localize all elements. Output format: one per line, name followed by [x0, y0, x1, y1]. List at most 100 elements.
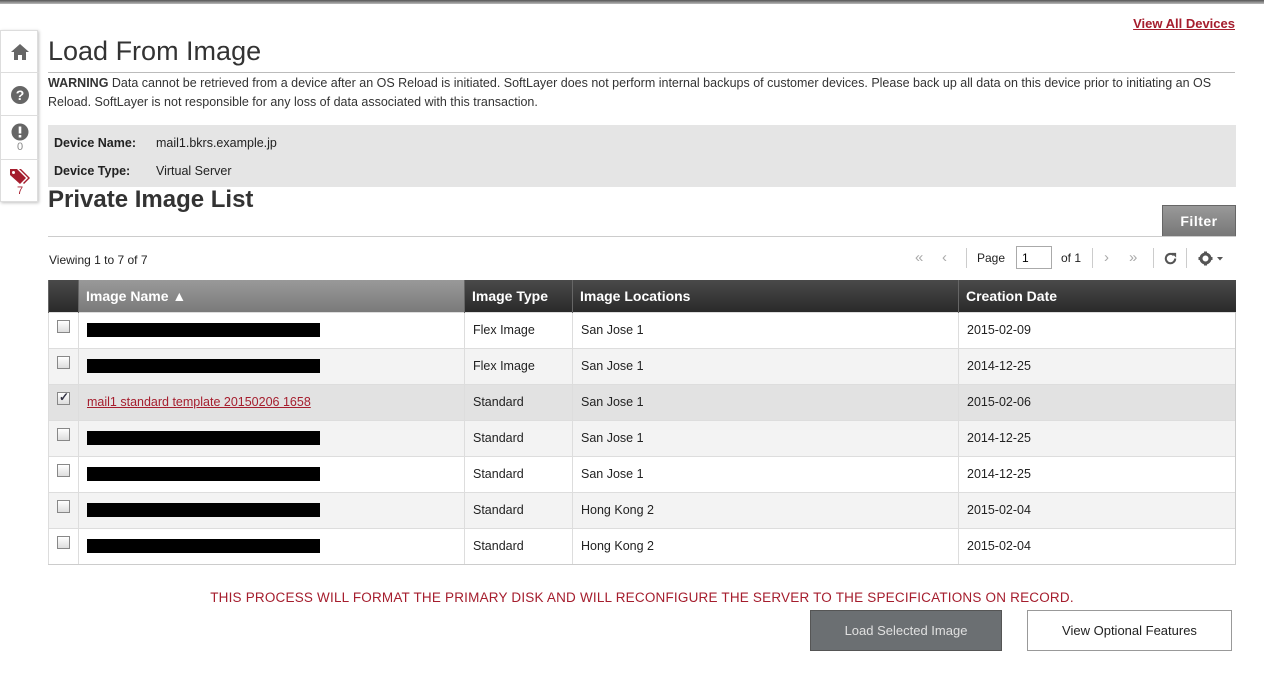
home-button[interactable] — [1, 43, 39, 61]
alerts-count: 0 — [16, 141, 24, 153]
alert-icon — [11, 123, 29, 141]
tickets-button[interactable]: 7 — [1, 167, 39, 197]
image-type-cell: Flex Image — [464, 311, 573, 348]
image-name-cell: mail1 standard template 20150206 1658 — [78, 383, 465, 420]
creation-date-cell: 2014-12-25 — [958, 419, 1236, 456]
image-name-cell — [78, 455, 465, 492]
next-page-icon[interactable]: › — [1104, 249, 1109, 266]
top-shadow-bar — [0, 0, 1264, 4]
table-row[interactable]: Standard San Jose 1 2014-12-25 — [48, 455, 1236, 492]
table-row[interactable]: mail1 standard template 20150206 1658 Sta… — [48, 383, 1236, 420]
page-number-input[interactable] — [1016, 246, 1052, 269]
redacted-image-name — [87, 539, 320, 554]
image-type-cell: Standard — [464, 383, 573, 420]
table-row[interactable]: Flex Image San Jose 1 2015-02-09 — [48, 311, 1236, 348]
creation-date-cell: 2015-02-09 — [958, 311, 1236, 348]
image-location-cell: San Jose 1 — [572, 347, 959, 384]
column-header-image-locations[interactable]: Image Locations — [572, 280, 959, 312]
alerts-button[interactable]: 0 — [1, 123, 39, 153]
section-title: Private Image List — [48, 186, 254, 213]
row-checkbox[interactable] — [57, 355, 70, 369]
row-select-cell — [48, 491, 79, 528]
prev-page-icon[interactable]: ‹ — [942, 249, 947, 266]
view-all-devices-link[interactable]: View All Devices — [1133, 16, 1235, 31]
format-warning-notice: THIS PROCESS WILL FORMAT THE PRIMARY DIS… — [210, 590, 1074, 605]
row-select-cell — [48, 311, 79, 348]
creation-date-cell: 2014-12-25 — [958, 455, 1236, 492]
device-type-label: Device Type: — [54, 164, 131, 178]
refresh-icon[interactable] — [1163, 251, 1178, 266]
row-select-cell — [48, 347, 79, 384]
section-divider — [48, 236, 1236, 237]
image-type-cell: Standard — [464, 455, 573, 492]
warning-text: Data cannot be retrieved from a device a… — [48, 76, 1212, 109]
tags-icon — [10, 169, 30, 184]
image-name-cell — [78, 491, 465, 528]
creation-date-cell: 2014-12-25 — [958, 347, 1236, 384]
help-button[interactable]: ? — [1, 85, 39, 105]
device-type-value: Virtual Server — [156, 164, 232, 178]
settings-gear-icon[interactable] — [1198, 251, 1228, 266]
select-column-header — [48, 280, 79, 312]
row-checkbox[interactable] — [57, 319, 70, 333]
device-name-label: Device Name: — [54, 136, 136, 150]
tickets-count: 7 — [16, 185, 24, 197]
image-name-link[interactable]: mail1 standard template 20150206 1658 — [87, 395, 311, 409]
left-rail: ? 0 7 — [0, 30, 39, 202]
redacted-image-name — [87, 323, 320, 338]
first-page-icon[interactable]: « — [915, 249, 923, 266]
redacted-image-name — [87, 431, 320, 446]
column-header-image-name[interactable]: Image Name ▲ — [78, 280, 465, 312]
row-checkbox[interactable] — [57, 390, 70, 405]
image-name-cell — [78, 347, 465, 384]
row-select-cell — [48, 455, 79, 492]
home-icon — [11, 44, 29, 60]
image-table: Image Name ▲ Image Type Image Locations … — [48, 280, 1236, 565]
column-header-image-type[interactable]: Image Type — [464, 280, 573, 312]
table-header-row: Image Name ▲ Image Type Image Locations … — [48, 280, 1236, 312]
creation-date-cell: 2015-02-04 — [958, 491, 1236, 528]
last-page-icon[interactable]: » — [1129, 249, 1137, 266]
filter-button[interactable]: Filter — [1162, 205, 1236, 236]
view-optional-features-button[interactable]: View Optional Features — [1027, 610, 1232, 651]
row-checkbox[interactable] — [57, 427, 70, 441]
page-total-label: of 1 — [1061, 251, 1082, 265]
row-checkbox[interactable] — [57, 463, 70, 477]
help-icon: ? — [11, 86, 29, 104]
image-type-cell: Standard — [464, 527, 573, 565]
warning-label: WARNING — [48, 76, 109, 90]
load-selected-image-button[interactable]: Load Selected Image — [810, 610, 1002, 651]
row-checkbox[interactable] — [57, 499, 70, 513]
creation-date-cell: 2015-02-06 — [958, 383, 1236, 420]
redacted-image-name — [87, 359, 320, 374]
row-select-cell — [48, 419, 79, 456]
table-row[interactable]: Standard San Jose 1 2014-12-25 — [48, 419, 1236, 456]
table-row[interactable]: Standard Hong Kong 2 2015-02-04 — [48, 491, 1236, 528]
device-type-row: Device Type: Virtual Server — [54, 164, 232, 178]
image-location-cell: San Jose 1 — [572, 419, 959, 456]
row-checkbox[interactable] — [57, 535, 70, 549]
viewing-count: Viewing 1 to 7 of 7 — [49, 253, 148, 267]
warning-message: WARNING Data cannot be retrieved from a … — [48, 74, 1236, 111]
table-row[interactable]: Flex Image San Jose 1 2014-12-25 — [48, 347, 1236, 384]
image-location-cell: San Jose 1 — [572, 383, 959, 420]
image-location-cell: San Jose 1 — [572, 455, 959, 492]
image-location-cell: Hong Kong 2 — [572, 527, 959, 565]
row-select-cell — [48, 527, 79, 565]
image-type-cell: Standard — [464, 419, 573, 456]
image-name-cell — [78, 527, 465, 565]
table-row[interactable]: Standard Hong Kong 2 2015-02-04 — [48, 527, 1236, 565]
redacted-image-name — [87, 467, 320, 482]
image-type-cell: Standard — [464, 491, 573, 528]
device-name-row: Device Name: mail1.bkrs.example.jp — [54, 136, 277, 150]
redacted-image-name — [87, 503, 320, 518]
image-name-cell — [78, 419, 465, 456]
svg-text:?: ? — [16, 87, 25, 103]
creation-date-cell: 2015-02-04 — [958, 527, 1236, 565]
image-name-cell — [78, 311, 465, 348]
page-label: Page — [977, 251, 1006, 265]
column-header-creation-date[interactable]: Creation Date — [958, 280, 1236, 312]
device-name-value: mail1.bkrs.example.jp — [156, 136, 277, 150]
image-type-cell: Flex Image — [464, 347, 573, 384]
page-title: Load From Image — [48, 36, 262, 66]
